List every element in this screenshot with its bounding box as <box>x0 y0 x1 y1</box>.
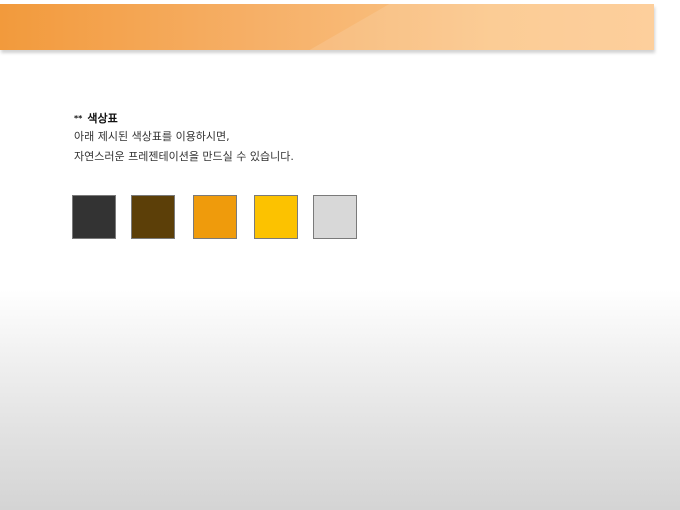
color-swatch-golden-yellow <box>254 195 298 239</box>
color-swatch-orange <box>193 195 237 239</box>
heading-bullet-mark: ** <box>74 114 83 123</box>
section-title: 색상표 <box>87 112 118 125</box>
header-band <box>0 4 654 50</box>
color-swatch-light-gray <box>313 195 357 239</box>
color-chart-section: ** 색상표 아래 제시된 색상표를 이용하시면, 자연스러운 프레젠테이션을 … <box>74 111 294 167</box>
description-line-2: 자연스러운 프레젠테이션을 만드실 수 있습니다. <box>74 150 294 163</box>
section-heading: ** 색상표 <box>74 111 294 127</box>
color-swatch-dark-brown <box>131 195 175 239</box>
color-swatch-dark-gray <box>72 195 116 239</box>
description-line-1: 아래 제시된 색상표를 이용하시면, <box>74 130 230 143</box>
